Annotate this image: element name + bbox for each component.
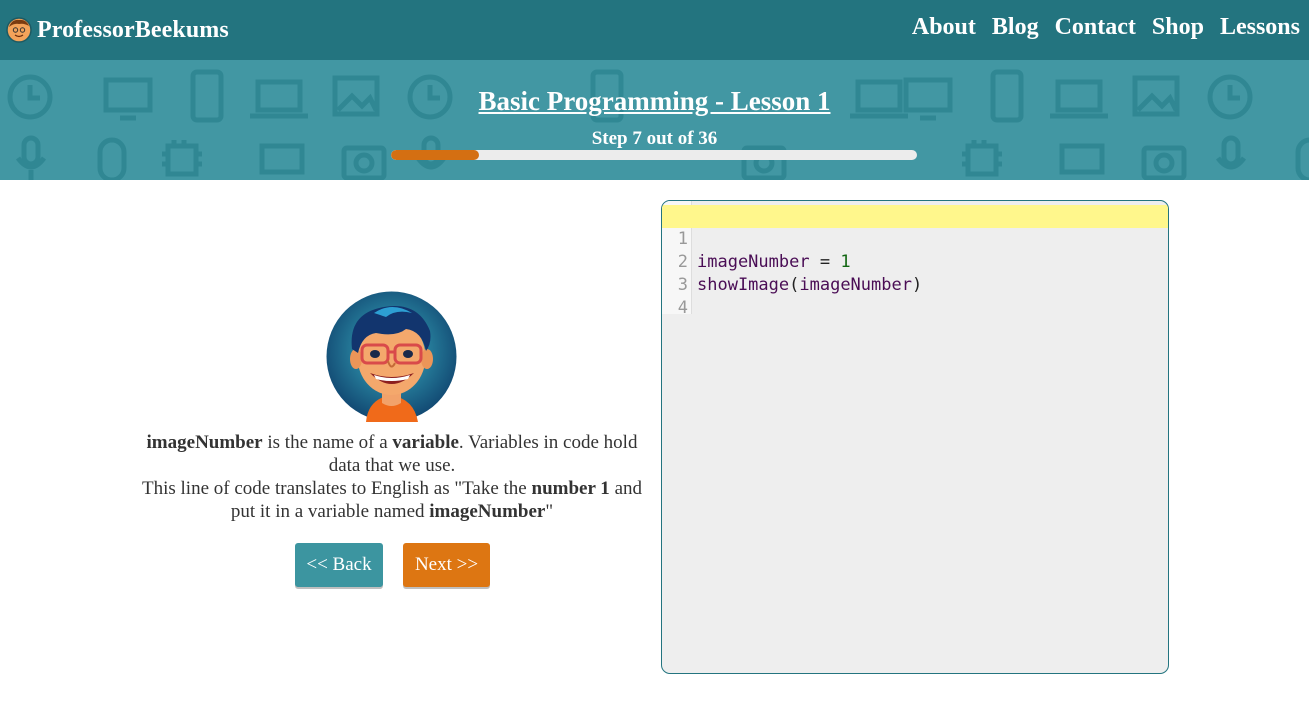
explanation-text: This line of code translates to English … xyxy=(142,478,532,499)
top-nav-bar: ProfessorBeekums About Blog Contact Shop… xyxy=(0,0,1309,60)
nav-contact-link[interactable]: Contact xyxy=(1055,14,1136,41)
brand-link[interactable]: ProfessorBeekums xyxy=(6,13,229,47)
term-image-number: imageNumber xyxy=(429,501,546,522)
lesson-explanation: imageNumber is the name of a variable. V… xyxy=(132,431,652,523)
banner-pattern xyxy=(7,69,1309,180)
line-number: 4 xyxy=(677,298,688,318)
back-button[interactable]: << Back xyxy=(295,543,383,587)
code-line-3[interactable]: 3 xyxy=(662,251,1168,295)
explanation-text: is the name of a xyxy=(262,432,393,453)
brand-name: ProfessorBeekums xyxy=(37,16,229,43)
main-nav: About Blog Contact Shop Lessons xyxy=(896,14,1300,41)
next-button[interactable]: Next >> xyxy=(403,543,490,587)
step-counter: Step 7 out of 36 xyxy=(591,128,718,149)
explanation-paragraph-1: imageNumber is the name of a variable. V… xyxy=(132,431,652,477)
lesson-banner: Basic Programming - Lesson 1 Step 7 out … xyxy=(0,60,1309,180)
nav-blog-link[interactable]: Blog xyxy=(992,14,1039,41)
nav-shop-link[interactable]: Shop xyxy=(1152,14,1204,41)
lesson-progress-bar xyxy=(391,150,917,160)
nav-lessons-link[interactable]: Lessons xyxy=(1220,14,1300,41)
term-variable: variable xyxy=(392,432,459,453)
professor-face-icon xyxy=(6,17,32,43)
code-editor[interactable]: 1 imageNumber = 1 2 showImage(imageNumbe… xyxy=(661,200,1169,674)
lesson-title-link[interactable]: Basic Programming - Lesson 1 xyxy=(479,86,831,116)
code-line-4[interactable]: 4 xyxy=(662,274,1168,318)
lesson-progress-fill xyxy=(391,150,479,160)
explanation-text: " xyxy=(545,501,554,522)
term-image-number: imageNumber xyxy=(146,432,263,453)
nav-about-link[interactable]: About xyxy=(912,14,976,41)
explanation-paragraph-2: This line of code translates to English … xyxy=(132,477,652,523)
code-line-2[interactable]: 2 showImage(imageNumber) xyxy=(662,228,1168,295)
term-number-1: number 1 xyxy=(531,478,610,499)
code-line-1[interactable]: 1 imageNumber = 1 xyxy=(662,205,1168,272)
professor-avatar xyxy=(326,291,457,422)
lesson-title: Basic Programming - Lesson 1 xyxy=(0,86,1309,117)
camera-icon xyxy=(341,145,387,180)
camera-icon xyxy=(1141,145,1187,180)
